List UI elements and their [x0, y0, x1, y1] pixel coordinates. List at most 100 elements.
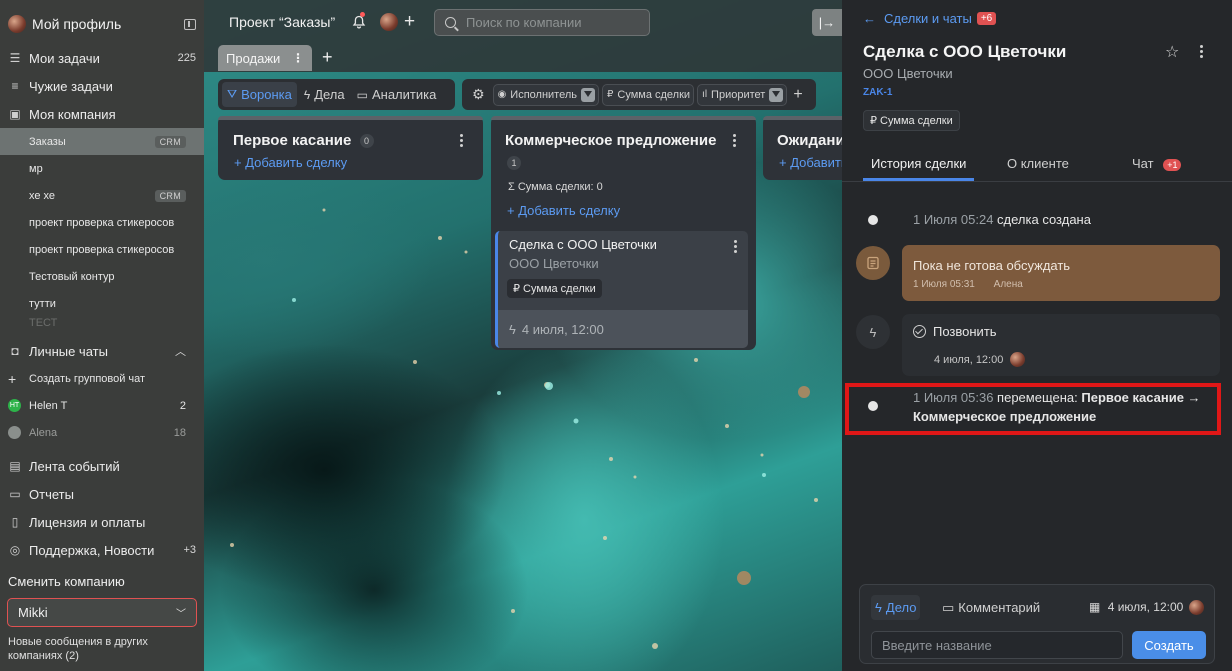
personal-chats-header[interactable]: ◘ Личные чаты ︿ [0, 337, 204, 365]
view-tasks[interactable]: ϟ Дела [299, 82, 350, 107]
filter-priority-label: Приоритет [711, 88, 766, 101]
filter-priority[interactable]: ıl Приоритет [697, 83, 788, 106]
deal-card[interactable]: Сделка с ООО Цветочки ООО Цветочки ₽ Сум… [495, 231, 748, 348]
search-input[interactable]: Поиск по компании [434, 9, 650, 36]
chat-unread-count: 18 [173, 426, 186, 439]
deal-tabs: История сделки О клиенте Чат +1 [863, 153, 1212, 181]
tasks-list-icon: ☰ [9, 51, 21, 65]
note-text: Пока не готова обсуждать [913, 258, 1071, 273]
composer-tab-task[interactable]: ϟ Дело [871, 595, 921, 620]
deal-card-footer: ϟ 4 июля, 12:00 [498, 310, 748, 348]
column-sum: Σ Сумма сделки: 0 [508, 181, 603, 193]
tab-client[interactable]: О клиенте [1007, 156, 1069, 171]
collapse-sidebar-icon[interactable] [184, 18, 196, 30]
view-funnel[interactable]: ⛛ Воронка [222, 82, 297, 107]
add-icon[interactable]: + [404, 11, 415, 33]
avatar[interactable] [1189, 600, 1204, 615]
avatar [1010, 352, 1026, 367]
create-button[interactable]: Создать [1132, 631, 1206, 659]
project-label: проект проверка стикеросов [29, 243, 175, 256]
deal-card-date: 4 июля, 12:00 [521, 321, 604, 337]
nav-my-company[interactable]: ▣ Моя компания [0, 100, 204, 128]
search-icon [445, 17, 456, 28]
star-icon[interactable]: ☆ [1165, 42, 1179, 62]
add-deal-button[interactable]: + Добавить сделку [779, 155, 842, 170]
project-item[interactable]: Тестовый контур [0, 263, 204, 290]
support-icon: ◎ [9, 543, 21, 557]
tab-history[interactable]: История сделки [871, 156, 966, 171]
card-menu-icon[interactable] [734, 240, 738, 255]
tab-sales[interactable]: Продажи ⋮ [218, 45, 312, 71]
avatar[interactable] [380, 13, 398, 31]
nav-license[interactable]: ▯ Лицензия и оплаты [0, 508, 204, 536]
column-waiting: Ожидание + Добавить сделку [763, 116, 842, 180]
column-count: 0 [359, 134, 374, 149]
filter-assignee[interactable]: ◉ Исполнитель [492, 83, 599, 106]
create-group-chat-label: Создать групповой чат [29, 372, 146, 385]
chat-unread-badge: +1 [1163, 158, 1182, 171]
column-title-text: Первое касание [233, 132, 352, 149]
composer-tab-comment[interactable]: ▭ Комментарий [938, 595, 1044, 620]
project-title[interactable]: Проект “Заказы” [229, 14, 335, 30]
deal-amount-chip[interactable]: ₽ Сумма сделки [863, 110, 960, 131]
add-deal-button[interactable]: + Добавить сделку [234, 155, 347, 170]
chat-name: Alena [29, 426, 58, 439]
project-item[interactable]: проект проверка стикеросов [0, 236, 204, 263]
tab-chat[interactable]: Чат +1 [1132, 156, 1182, 171]
other-companies-messages[interactable]: Новые сообщения в других компаниях (2) [0, 627, 204, 663]
project-item[interactable]: проект проверка стикеросов [0, 209, 204, 236]
filter-amount-label: Сумма сделки [617, 88, 691, 101]
project-item[interactable]: ТЕСТ [0, 317, 204, 335]
close-panel-button[interactable]: |→ [812, 9, 842, 36]
nav-feed[interactable]: ▤ Лента событий [0, 452, 204, 480]
profile-title: Мой профиль [32, 16, 122, 32]
chat-bubble-icon: ◘ [11, 344, 19, 358]
task-name-input[interactable]: Введите название [871, 631, 1123, 659]
note-icon [856, 246, 890, 280]
nav-support-label: Поддержка, Новости [29, 542, 155, 558]
task-checkbox-icon[interactable] [913, 325, 926, 338]
view-analytics[interactable]: ▭ Аналитика [352, 82, 442, 107]
chevron-up-icon[interactable]: ︿ [175, 343, 186, 359]
company-select[interactable]: Mikki ﹀ [7, 598, 197, 627]
deal-company[interactable]: ООО Цветочки [863, 66, 953, 81]
back-label: Сделки и чаты [884, 11, 972, 26]
composer-date[interactable]: ▦ 4 июля, 12:00 [1089, 600, 1183, 614]
filter-bar: ⚙ ◉ Исполнитель ₽ Сумма сделки ıl Приори… [462, 79, 816, 110]
bell-icon[interactable] [352, 15, 366, 29]
tab-chat-label: Чат [1132, 156, 1154, 171]
funnel-icon: ⛛ [227, 87, 238, 101]
nav-others-tasks[interactable]: ≡ Чужие задачи [0, 72, 204, 100]
chat-item[interactable]: HT Helen T 2 [0, 392, 204, 419]
nav-my-tasks[interactable]: ☰ Мои задачи 225 [0, 44, 204, 72]
back-to-deals-link[interactable]: ← Сделки и чаты +6 [863, 11, 997, 26]
profile-header[interactable]: Мой профиль [0, 0, 204, 48]
column-menu-icon[interactable] [733, 134, 737, 149]
tab-menu-icon[interactable]: ⋮ [292, 51, 304, 65]
filter-amount[interactable]: ₽ Сумма сделки [602, 83, 695, 106]
nav-support[interactable]: ◎ Поддержка, Новости +3 [0, 536, 204, 564]
project-item[interactable]: хе хе CRM [0, 182, 204, 209]
column-first-contact: Первое касание 0 + Добавить сделку [218, 116, 483, 180]
project-label: мр [29, 162, 43, 175]
column-menu-icon[interactable] [460, 134, 464, 149]
nav-reports[interactable]: ▭ Отчеты [0, 480, 204, 508]
history-task[interactable]: Позвонить 4 июля, 12:00 [902, 314, 1220, 376]
tab-sales-label: Продажи [226, 50, 281, 66]
project-item[interactable]: мр [0, 155, 204, 182]
project-item[interactable]: тутти [0, 290, 204, 317]
history-text: сделка создана [997, 212, 1091, 227]
create-group-chat[interactable]: + Создать групповой чат [0, 365, 204, 392]
chat-item[interactable]: Alena 18 [0, 419, 204, 446]
crm-badge: CRM [154, 135, 186, 148]
add-tab-icon[interactable]: + [322, 47, 333, 68]
composer-date-value: 4 июля, 12:00 [1107, 600, 1184, 614]
add-filter-icon[interactable]: + [793, 86, 802, 104]
avatar: HT [8, 399, 21, 412]
gear-icon[interactable]: ⚙ [472, 86, 485, 103]
project-item[interactable]: Заказы CRM [0, 128, 204, 155]
history-note[interactable]: Пока не готова обсуждать 1 Июля 05:31 Ал… [902, 245, 1220, 301]
note-time: 1 Июля 05:31 [913, 279, 975, 290]
add-deal-button[interactable]: + Добавить сделку [507, 203, 620, 218]
more-options-icon[interactable] [1200, 45, 1204, 60]
